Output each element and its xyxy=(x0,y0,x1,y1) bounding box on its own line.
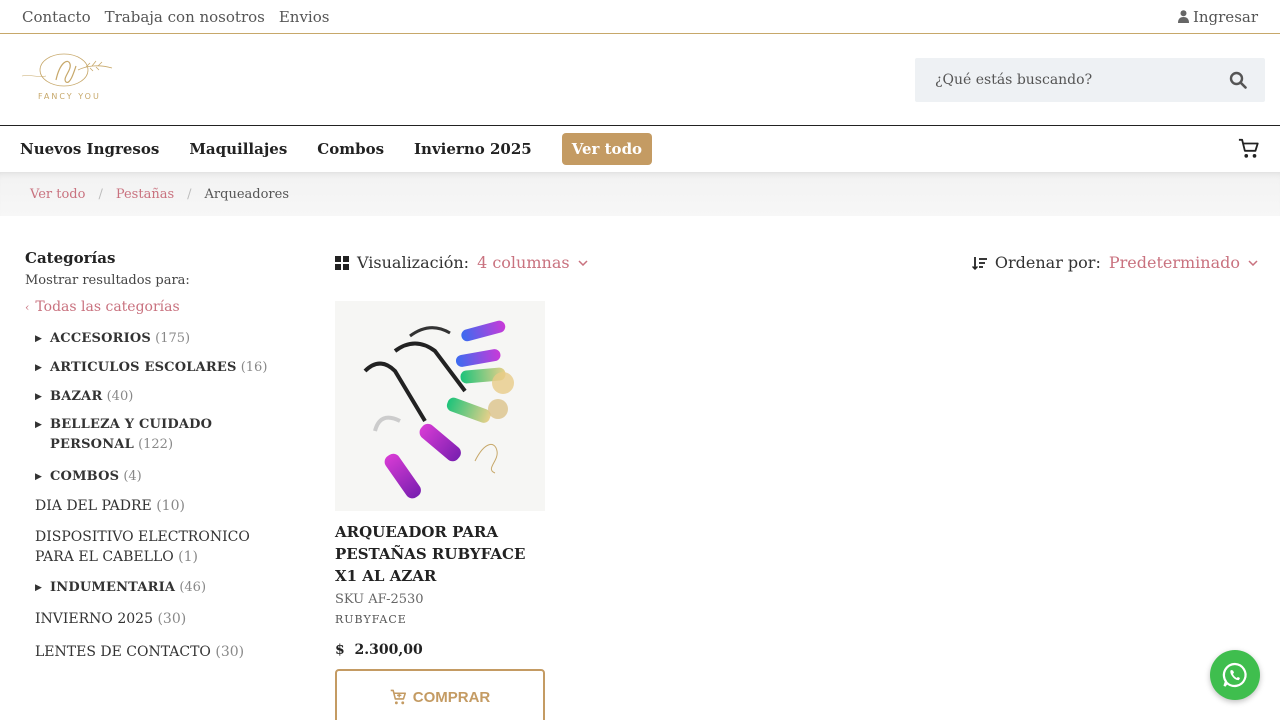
login-link[interactable]: Ingresar xyxy=(1177,7,1258,26)
sidebar-subtitle: Mostrar resultados para: xyxy=(25,273,190,288)
sort-label: Ordenar por: xyxy=(994,253,1101,272)
product-image[interactable] xyxy=(335,301,545,511)
product-sku: SKU AF-2530 xyxy=(335,592,424,607)
whatsapp-icon xyxy=(1222,662,1247,688)
category-name: BELLEZA Y CUIDADO PERSONAL xyxy=(50,417,213,452)
sort-selector[interactable]: Ordenar por: Predeterminado xyxy=(971,253,1258,272)
login-label: Ingresar xyxy=(1192,7,1258,26)
category-count: (46) xyxy=(179,580,207,595)
sort-value[interactable]: Predeterminado xyxy=(1109,253,1240,272)
caret-right-icon[interactable]: ▶ xyxy=(35,469,47,482)
all-categories-link[interactable]: ‹ Todas las categorías xyxy=(25,299,295,315)
chevron-down-icon xyxy=(1248,259,1258,266)
category-name: INVIERNO 2025 xyxy=(35,611,153,627)
top-bar: Contacto Trabaja con nosotros Envios Ing… xyxy=(0,0,1280,34)
category-name: BAZAR xyxy=(50,389,103,404)
category-count: (4) xyxy=(123,469,142,484)
search-bar xyxy=(915,57,1265,102)
user-icon xyxy=(1177,10,1189,23)
caret-right-icon[interactable]: ▶ xyxy=(35,331,47,344)
category-item[interactable]: INVIERNO 2025 (30) xyxy=(25,611,295,627)
nav-item-new-arrivals[interactable]: Nuevos Ingresos xyxy=(20,140,159,158)
logo[interactable]: FANCY YOU xyxy=(16,52,120,108)
cart-icon[interactable] xyxy=(1238,138,1260,160)
contact-link[interactable]: Contacto xyxy=(22,8,91,26)
breadcrumb-current: Arqueadores xyxy=(204,186,289,202)
buy-button[interactable]: COMPRAR xyxy=(335,669,545,720)
chevron-left-icon: ‹ xyxy=(25,300,30,314)
category-count: (30) xyxy=(215,644,245,660)
sidebar-title: Categorías xyxy=(25,249,116,267)
view-value[interactable]: 4 columnas xyxy=(477,253,570,272)
category-name: COMBOS xyxy=(50,469,120,484)
category-count: (40) xyxy=(106,389,134,404)
category-item[interactable]: ▶ ACCESORIOS (175) xyxy=(25,331,295,346)
category-count: (10) xyxy=(156,498,185,514)
whatsapp-button[interactable] xyxy=(1210,650,1260,700)
chevron-down-icon xyxy=(578,259,588,266)
main-nav: Nuevos Ingresos Maquillajes Combos Invie… xyxy=(0,126,1280,172)
category-name: DIA DEL PADRE xyxy=(35,498,152,514)
nav-items: Nuevos Ingresos Maquillajes Combos Invie… xyxy=(20,133,653,165)
product-price: $ 2.300,00 xyxy=(335,642,423,658)
work-with-us-link[interactable]: Trabaja con nosotros xyxy=(105,8,265,26)
nav-item-makeup[interactable]: Maquillajes xyxy=(189,140,287,158)
category-count: (175) xyxy=(155,331,191,346)
header: FANCY YOU xyxy=(0,34,1280,126)
nav-item-combos[interactable]: Combos xyxy=(317,140,384,158)
category-item[interactable]: DISPOSITIVO ELECTRONICO PARA EL CABELLO … xyxy=(25,527,285,567)
category-count: (16) xyxy=(240,360,268,375)
category-name: ARTICULOS ESCOLARES xyxy=(50,360,237,375)
category-name: INDUMENTARIA xyxy=(50,580,176,595)
category-name: LENTES DE CONTACTO xyxy=(35,644,211,660)
breadcrumb-eyelashes[interactable]: Pestañas xyxy=(116,187,174,202)
category-item[interactable]: ▶ BAZAR (40) xyxy=(25,389,295,404)
caret-right-icon[interactable]: ▶ xyxy=(35,415,47,435)
search-input[interactable] xyxy=(935,71,1195,88)
caret-right-icon[interactable]: ▶ xyxy=(35,389,47,402)
caret-right-icon[interactable]: ▶ xyxy=(35,580,47,593)
shipping-link[interactable]: Envios xyxy=(279,8,330,26)
category-name: DISPOSITIVO ELECTRONICO PARA EL CABELLO xyxy=(35,529,250,565)
breadcrumb-view-all[interactable]: Ver todo xyxy=(30,187,85,202)
sort-icon xyxy=(971,256,987,270)
category-sidebar: Categorías Mostrar resultados para: ‹ To… xyxy=(25,249,295,674)
all-categories-label: Todas las categorías xyxy=(35,299,180,315)
cart-icon xyxy=(390,689,406,704)
product-title[interactable]: ARQUEADOR PARA PESTAÑAS RUBYFACE X1 AL A… xyxy=(335,521,545,587)
eyelash-curler-image xyxy=(335,301,545,511)
product-brand: RUBYFACE xyxy=(335,613,407,626)
listing-toolbar: Visualización: 4 columnas Ordenar por: P… xyxy=(335,253,1258,272)
product-card: ARQUEADOR PARA PESTAÑAS RUBYFACE X1 AL A… xyxy=(335,301,545,720)
buy-button-label: COMPRAR xyxy=(412,688,491,706)
nav-item-view-all[interactable]: Ver todo xyxy=(561,133,653,165)
category-item[interactable]: ▶ INDUMENTARIA (46) xyxy=(25,580,295,595)
category-item[interactable]: ▶ COMBOS (4) xyxy=(25,469,295,484)
nav-item-winter-2025[interactable]: Invierno 2025 xyxy=(414,140,532,158)
logo-text: FANCY YOU xyxy=(38,91,101,101)
view-label: Visualización: xyxy=(357,253,470,272)
category-item[interactable]: ▶ BELLEZA Y CUIDADO PERSONAL (122) xyxy=(25,415,295,455)
grid-icon xyxy=(335,255,349,270)
breadcrumb-separator: / xyxy=(98,186,103,202)
category-item[interactable]: DIA DEL PADRE (10) xyxy=(25,498,295,514)
category-item[interactable]: ▶ ARTICULOS ESCOLARES (16) xyxy=(25,360,295,375)
breadcrumb: Ver todo / Pestañas / Arqueadores xyxy=(0,172,1280,216)
caret-right-icon[interactable]: ▶ xyxy=(35,360,47,373)
category-name: ACCESORIOS xyxy=(50,331,151,346)
search-icon[interactable] xyxy=(1229,71,1247,89)
category-count: (1) xyxy=(178,549,199,565)
top-links: Contacto Trabaja con nosotros Envios xyxy=(22,8,329,26)
category-count: (30) xyxy=(157,611,187,627)
view-selector[interactable]: Visualización: 4 columnas xyxy=(335,253,588,272)
category-count: (122) xyxy=(138,437,174,452)
category-item[interactable]: LENTES DE CONTACTO (30) xyxy=(25,644,295,660)
breadcrumb-separator: / xyxy=(187,186,192,202)
